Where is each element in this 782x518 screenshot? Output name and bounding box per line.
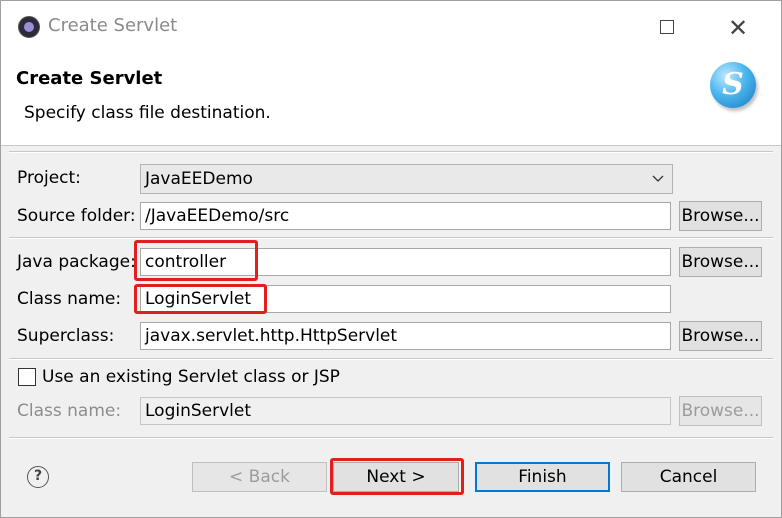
java-package-browse-button[interactable]: Browse... bbox=[679, 247, 762, 277]
close-icon[interactable]: ✕ bbox=[721, 11, 755, 45]
window-title: Create Servlet bbox=[48, 15, 178, 36]
existing-class-name-label: Class name: bbox=[17, 401, 122, 421]
wizard-title: Create Servlet bbox=[16, 68, 163, 89]
class-name-label: Class name: bbox=[17, 289, 122, 309]
title-bar: Create Servlet ✕ bbox=[1, 1, 781, 53]
superclass-label: Superclass: bbox=[17, 326, 115, 346]
existing-class-name-field: LoginServlet bbox=[140, 397, 671, 425]
back-button: < Back bbox=[192, 462, 327, 492]
superclass-browse-button[interactable]: Browse... bbox=[679, 321, 762, 351]
use-existing-checkbox-label[interactable]: Use an existing Servlet class or JSP bbox=[42, 367, 340, 387]
source-folder-field[interactable]: /JavaEEDemo/src bbox=[140, 202, 671, 230]
superclass-field[interactable]: javax.servlet.http.HttpServlet bbox=[140, 322, 671, 350]
project-combo-value: JavaEEDemo bbox=[145, 169, 253, 189]
java-package-field[interactable]: controller bbox=[140, 248, 671, 276]
class-name-field[interactable]: LoginServlet bbox=[140, 285, 671, 313]
cancel-button[interactable]: Cancel bbox=[621, 462, 756, 492]
existing-separator bbox=[9, 358, 773, 360]
finish-button[interactable]: Finish bbox=[475, 462, 610, 492]
eclipse-app-icon bbox=[18, 16, 40, 38]
project-combo[interactable]: JavaEEDemo bbox=[140, 164, 673, 194]
servlet-logo-icon: S bbox=[710, 62, 756, 108]
project-label: Project: bbox=[17, 168, 81, 188]
java-package-label: Java package: bbox=[17, 252, 136, 272]
help-icon[interactable]: ? bbox=[27, 466, 49, 488]
use-existing-checkbox[interactable] bbox=[18, 368, 36, 386]
top-separator bbox=[9, 151, 773, 153]
section-separator bbox=[9, 237, 773, 239]
footer-separator bbox=[9, 437, 773, 439]
source-folder-browse-button[interactable]: Browse... bbox=[679, 201, 762, 231]
wizard-description: Specify class file destination. bbox=[24, 103, 271, 123]
next-button[interactable]: Next > bbox=[333, 462, 459, 492]
source-folder-label: Source folder: bbox=[17, 206, 136, 226]
chevron-down-icon bbox=[652, 165, 664, 204]
existing-class-browse-button: Browse... bbox=[679, 396, 762, 426]
maximize-icon[interactable] bbox=[660, 20, 674, 34]
create-servlet-dialog: Create Servlet ✕ Create Servlet Specify … bbox=[0, 0, 782, 518]
wizard-banner: Create Servlet Specify class file destin… bbox=[1, 53, 781, 146]
